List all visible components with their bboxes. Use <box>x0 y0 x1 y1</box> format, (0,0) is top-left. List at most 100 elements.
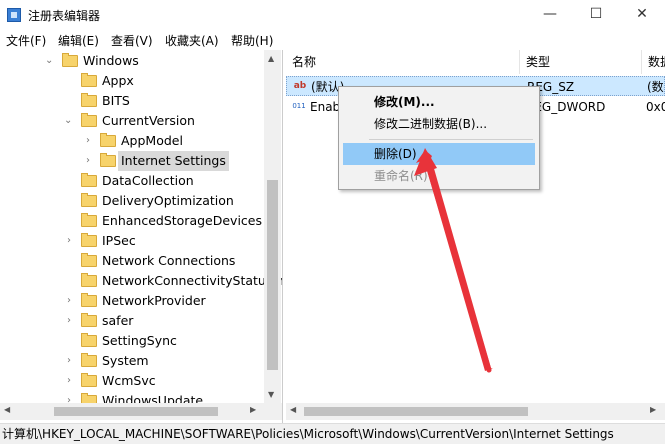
dword-value-icon: 011 <box>292 102 306 110</box>
chevron-right-icon[interactable]: › <box>67 351 71 371</box>
folder-icon <box>81 333 97 347</box>
minimize-button[interactable]: — <box>527 0 573 30</box>
tree-horizontal-scrollbar[interactable]: ◀ ▶ <box>0 403 282 420</box>
status-bar-path: 计算机\HKEY_LOCAL_MACHINE\SOFTWARE\Policies… <box>0 423 665 444</box>
folder-icon <box>81 93 97 107</box>
chevron-right-icon[interactable]: › <box>67 311 71 331</box>
tree-label: Windows <box>83 53 139 68</box>
folder-icon <box>81 213 97 227</box>
scroll-right-arrow-icon[interactable]: ▶ <box>650 405 656 414</box>
folder-icon <box>81 353 97 367</box>
scroll-right-arrow-icon[interactable]: ▶ <box>250 405 256 414</box>
tree-label: AppModel <box>121 133 183 148</box>
tree-label: EnhancedStorageDevices <box>102 213 262 228</box>
folder-icon <box>81 173 97 187</box>
chevron-down-icon[interactable]: ⌄ <box>45 51 53 71</box>
maximize-button[interactable]: ☐ <box>573 0 619 30</box>
tree-hscroll-thumb[interactable] <box>54 407 218 416</box>
folder-icon <box>81 113 97 127</box>
tree-label: Network Connections <box>102 253 236 268</box>
tree-node-settingsync[interactable]: SettingSync <box>0 331 264 351</box>
column-header-data[interactable]: 数据 <box>642 50 665 74</box>
window-title: 注册表编辑器 <box>28 9 101 23</box>
value-name: Enab <box>310 100 341 114</box>
folder-icon <box>81 273 97 287</box>
tree-node-safer[interactable]: › safer <box>0 311 264 331</box>
chevron-right-icon[interactable]: › <box>86 131 90 151</box>
tree-label: WcmSvc <box>102 373 156 388</box>
tree-label: NetworkProvider <box>102 293 206 308</box>
tree-node-appx[interactable]: Appx <box>0 71 264 91</box>
folder-icon <box>100 133 116 147</box>
registry-tree-pane: ⌄ Windows Appx BITS ⌄ CurrentVersion › A… <box>0 50 283 423</box>
folder-icon <box>81 233 97 247</box>
folder-icon <box>81 313 97 327</box>
tree-node-networkprovider[interactable]: › NetworkProvider <box>0 291 264 311</box>
close-button[interactable]: ✕ <box>619 0 665 30</box>
folder-icon <box>81 193 97 207</box>
menu-view[interactable]: 查看(V) <box>111 32 153 49</box>
tree-vertical-scrollbar[interactable]: ▲ ▼ <box>264 50 281 403</box>
tree-node-deliveryoptimization[interactable]: DeliveryOptimization <box>0 191 264 211</box>
tree-label: IPSec <box>102 233 136 248</box>
tree-node-ipsec[interactable]: › IPSec <box>0 231 264 251</box>
folder-icon <box>62 53 78 67</box>
chevron-down-icon[interactable]: ⌄ <box>64 111 72 131</box>
tree-node-netconnstatus[interactable]: NetworkConnectivityStatusIndicator <box>0 271 282 291</box>
tree-node-enhancedstorage[interactable]: EnhancedStorageDevices <box>0 211 264 231</box>
context-menu-modify-binary[interactable]: 修改二进制数据(B)... <box>343 113 535 135</box>
tree-node-datacollection[interactable]: DataCollection <box>0 171 264 191</box>
menu-bar: 文件(F) 编辑(E) 查看(V) 收藏夹(A) 帮助(H) <box>0 30 665 50</box>
tree-label: Appx <box>102 73 134 88</box>
tree-label: DeliveryOptimization <box>102 193 234 208</box>
context-menu-rename: 重命名(R) <box>374 169 428 183</box>
scroll-left-arrow-icon[interactable]: ◀ <box>4 405 10 414</box>
value-data: (数 <box>647 80 664 94</box>
column-header-type[interactable]: 类型 <box>520 50 642 74</box>
title-bar: 注册表编辑器 — ☐ ✕ <box>0 0 665 30</box>
tree-node-system[interactable]: › System <box>0 351 264 371</box>
context-menu-modify[interactable]: 修改(M)... <box>343 91 535 113</box>
tree-label: safer <box>102 313 134 328</box>
context-menu: 修改(M)... 修改二进制数据(B)... 删除(D) 重命名(R) <box>338 86 540 190</box>
column-header-name[interactable]: 名称 <box>286 50 520 74</box>
tree-node-network-connections[interactable]: Network Connections <box>0 251 264 271</box>
regedit-app-icon <box>7 8 21 22</box>
menu-favorites[interactable]: 收藏夹(A) <box>165 32 219 49</box>
tree-label: CurrentVersion <box>102 113 195 128</box>
folder-icon <box>100 153 116 167</box>
tree-node-internet-settings[interactable]: › Internet Settings <box>0 151 264 171</box>
chevron-right-icon[interactable]: › <box>67 231 71 251</box>
value-data: 0x0 <box>646 100 665 114</box>
tree-node-appmodel[interactable]: › AppModel <box>0 131 264 151</box>
context-menu-delete[interactable]: 删除(D) <box>343 143 535 165</box>
scroll-up-arrow-icon[interactable]: ▲ <box>268 54 274 63</box>
folder-icon <box>81 293 97 307</box>
chevron-right-icon[interactable]: › <box>67 291 71 311</box>
scroll-left-arrow-icon[interactable]: ◀ <box>290 405 296 414</box>
string-value-icon: ab <box>293 81 307 91</box>
tree-label-selected: Internet Settings <box>118 151 229 171</box>
menu-file[interactable]: 文件(F) <box>6 32 46 49</box>
tree-label: System <box>102 353 149 368</box>
menu-help[interactable]: 帮助(H) <box>231 32 273 49</box>
values-hscroll-thumb[interactable] <box>304 407 528 416</box>
context-menu-separator <box>369 139 533 140</box>
folder-icon <box>81 73 97 87</box>
scroll-down-arrow-icon[interactable]: ▼ <box>268 390 274 399</box>
chevron-right-icon[interactable]: › <box>86 151 90 171</box>
tree-node-wcmsvc[interactable]: › WcmSvc <box>0 371 264 391</box>
tree-label: SettingSync <box>102 333 177 348</box>
tree-scroll-thumb[interactable] <box>267 180 278 370</box>
folder-icon <box>81 373 97 387</box>
tree-label: BITS <box>102 93 130 108</box>
folder-icon <box>81 253 97 267</box>
tree-node-windows[interactable]: ⌄ Windows <box>0 51 264 71</box>
chevron-right-icon[interactable]: › <box>67 371 71 391</box>
tree-label: NetworkConnectivityStatusIndicator <box>102 273 282 288</box>
tree-node-currentversion[interactable]: ⌄ CurrentVersion <box>0 111 264 131</box>
values-horizontal-scrollbar[interactable]: ◀ ▶ <box>286 403 665 420</box>
tree-node-bits[interactable]: BITS <box>0 91 264 111</box>
menu-edit[interactable]: 编辑(E) <box>58 32 99 49</box>
tree-label: DataCollection <box>102 173 194 188</box>
